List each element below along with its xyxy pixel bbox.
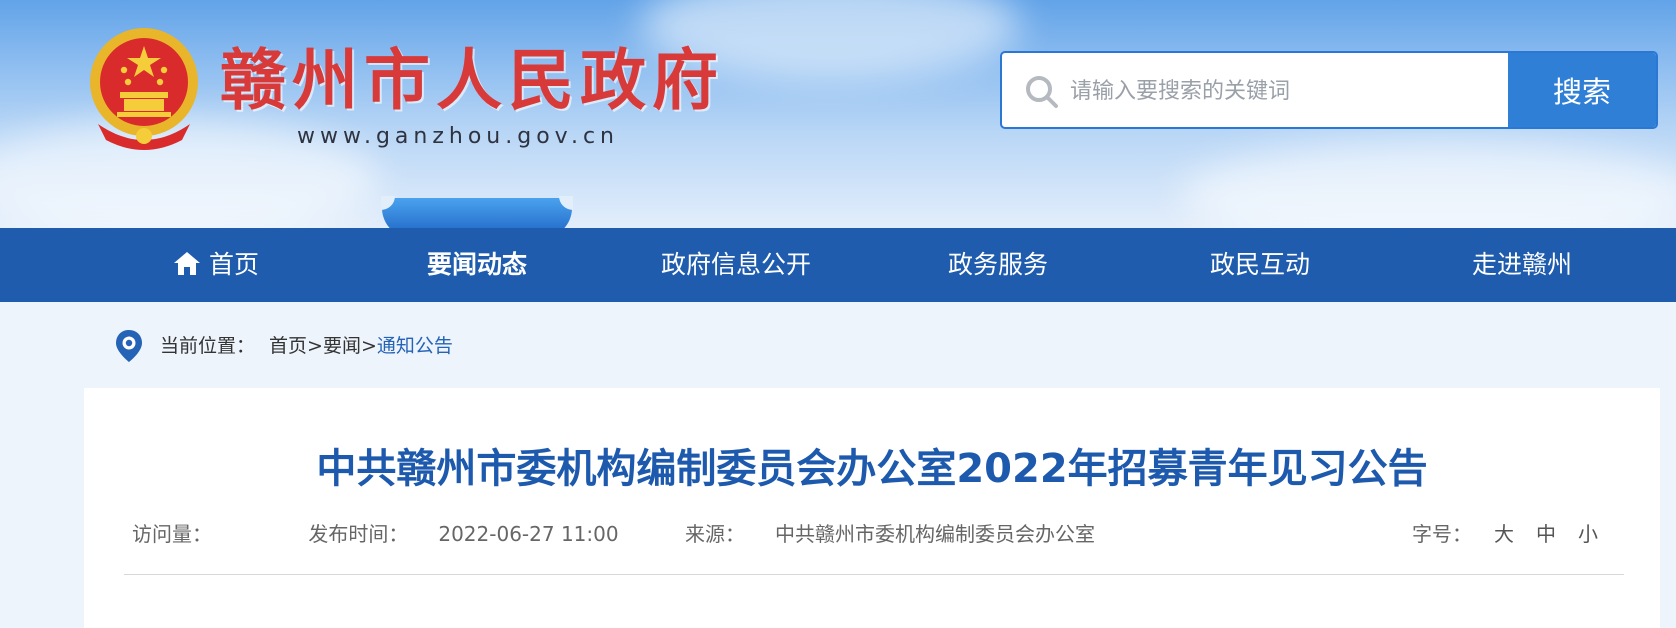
visits-info: 访问量：	[132, 522, 272, 546]
breadcrumb-prefix: 当前位置：	[160, 335, 256, 357]
font-size-label: 字号：	[1412, 522, 1472, 546]
nav-item-interaction[interactable]: 政民互动	[1210, 228, 1310, 302]
publish-time: 2022-06-27 11:00	[438, 522, 619, 546]
breadcrumb-home-link[interactable]: 首页	[269, 335, 307, 357]
source-value: 中共赣州市委机构编制委员会办公室	[774, 522, 1095, 546]
font-size-small-button[interactable]: 小	[1578, 522, 1598, 546]
search-icon	[1026, 76, 1058, 108]
breadcrumb-separator: >	[360, 335, 377, 357]
nav-item-news[interactable]: 要闻动态	[427, 228, 527, 302]
active-nav-tab-decoration	[381, 196, 573, 228]
nav-item-label: 首页	[208, 250, 260, 279]
publish-label: 发布时间：	[308, 522, 409, 546]
search-box: 搜索	[1000, 51, 1658, 129]
cloud-decoration	[1180, 140, 1676, 228]
font-size-control: 字号： 大中小	[1412, 518, 1598, 547]
national-emblem-icon[interactable]	[84, 24, 204, 154]
nav-item-gov-info[interactable]: 政府信息公开	[661, 228, 811, 302]
breadcrumb-trail: 当前位置： 首页>要闻>通知公告	[160, 329, 453, 363]
source-label: 来源：	[684, 522, 745, 546]
nav-item-home[interactable]: 首页	[173, 228, 259, 302]
nav-item-about-ganzhou[interactable]: 走进赣州	[1472, 228, 1572, 302]
home-icon	[173, 252, 200, 275]
visits-label: 访问量：	[132, 522, 212, 546]
font-size-large-button[interactable]: 大	[1494, 522, 1514, 546]
breadcrumb-separator: >	[307, 335, 323, 357]
site-header: 赣州市人民政府 www.ganzhou.gov.cn 搜索	[0, 0, 1676, 228]
font-size-medium-button[interactable]: 中	[1536, 522, 1556, 546]
publish-info: 发布时间： 2022-06-27 11:00	[308, 522, 648, 546]
location-pin-icon	[116, 330, 142, 362]
source-info: 来源： 中共赣州市委机构编制委员会办公室	[685, 522, 1125, 546]
search-button[interactable]: 搜索	[1508, 53, 1656, 127]
search-input[interactable]	[1068, 53, 1512, 127]
breadcrumb-news-link[interactable]: 要闻	[323, 335, 361, 357]
article-panel: 中共赣州市委机构编制委员会办公室2022年招募青年见习公告 访问量： 发布时间：…	[84, 388, 1660, 628]
article-title: 中共赣州市委机构编制委员会办公室2022年招募青年见习公告	[316, 446, 1428, 492]
site-url: www.ganzhou.gov.cn	[297, 124, 619, 149]
nav-item-gov-services[interactable]: 政务服务	[948, 228, 1048, 302]
site-title[interactable]: 赣州市人民政府	[220, 40, 724, 120]
divider	[124, 574, 1624, 575]
breadcrumb-current-link[interactable]: 通知公告	[377, 335, 453, 357]
main-nav: 首页 要闻动态 政府信息公开 政务服务 政民互动 走进赣州	[0, 228, 1676, 302]
article-meta: 访问量： 发布时间： 2022-06-27 11:00 来源： 中共赣州市委机构编制…	[132, 518, 1155, 547]
